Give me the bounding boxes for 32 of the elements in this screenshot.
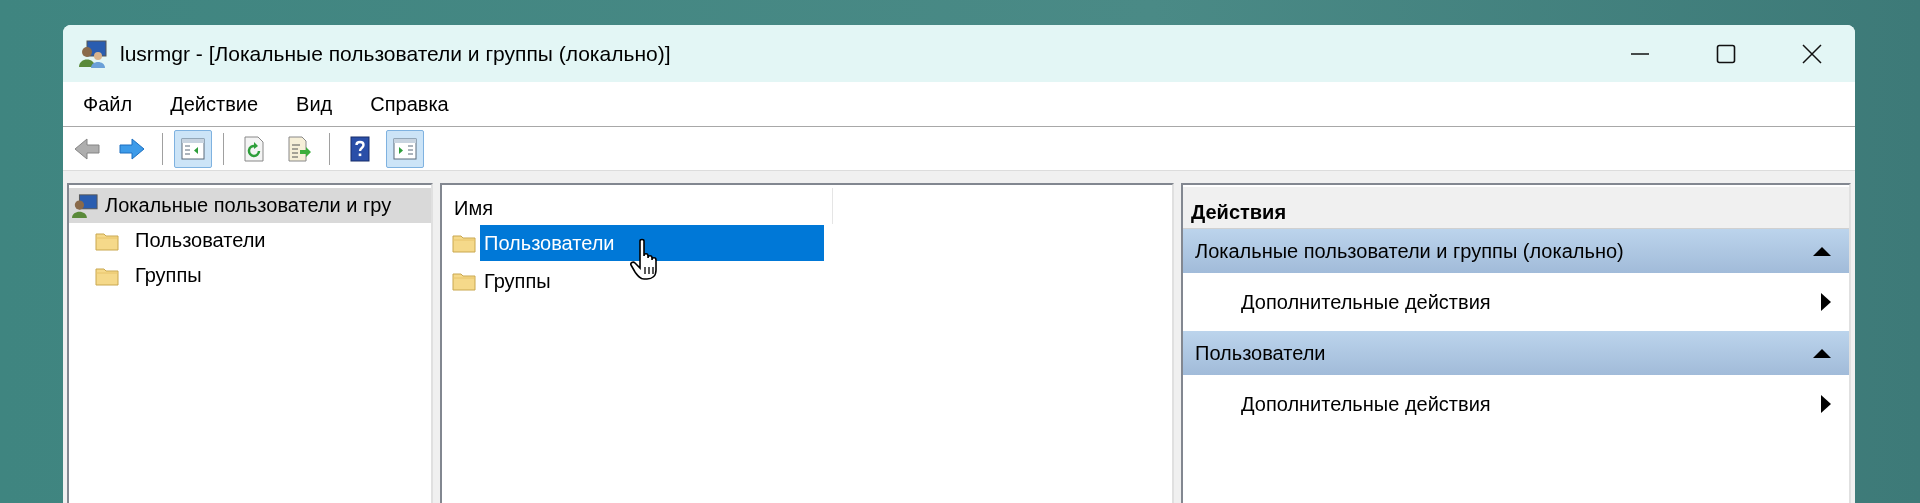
submenu-arrow-icon [1821,293,1831,311]
menu-item[interactable]: Вид [280,92,349,116]
collapse-icon [1813,348,1831,358]
folder-icon [452,233,476,253]
folder-icon [95,230,119,251]
window-title: lusrmgr - [Локальные пользователи и группы (локально)] [120,41,671,66]
actions-header: Действия [1183,187,1849,229]
document-arrow-icon [285,134,313,163]
collapse-icon [1813,246,1831,256]
minimize-icon [1630,52,1650,55]
tree-item[interactable]: Локальные пользователи и гру [69,188,431,223]
actionpane-button[interactable] [386,129,424,168]
menu-item[interactable]: Действие [154,92,275,116]
tree-item[interactable]: Пользователи [69,223,431,258]
action-section-header[interactable]: Пользователи [1183,331,1849,375]
folder-icon [95,265,119,286]
menu-item[interactable]: Справка [354,92,465,116]
folder-icon [452,271,476,291]
submenu-arrow-icon [1821,395,1831,413]
action-section-header[interactable]: Локальные пользователи и группы (локально) [1183,229,1849,273]
menu-item[interactable]: Файл [67,92,149,116]
list-item[interactable]: Группы [480,263,824,299]
action-item[interactable]: Дополнительные действия [1183,273,1849,331]
action-item[interactable]: Дополнительные действия [1183,375,1849,433]
tree-button[interactable] [174,129,212,168]
tree-item[interactable]: Группы [69,258,431,293]
column-header[interactable]: Имя [450,188,833,224]
users-computer-icon [78,38,108,69]
list-item[interactable]: Пользователи [480,225,824,261]
users-computer-icon [71,192,99,219]
maximize-icon [1716,43,1736,64]
close-icon [1802,43,1822,64]
